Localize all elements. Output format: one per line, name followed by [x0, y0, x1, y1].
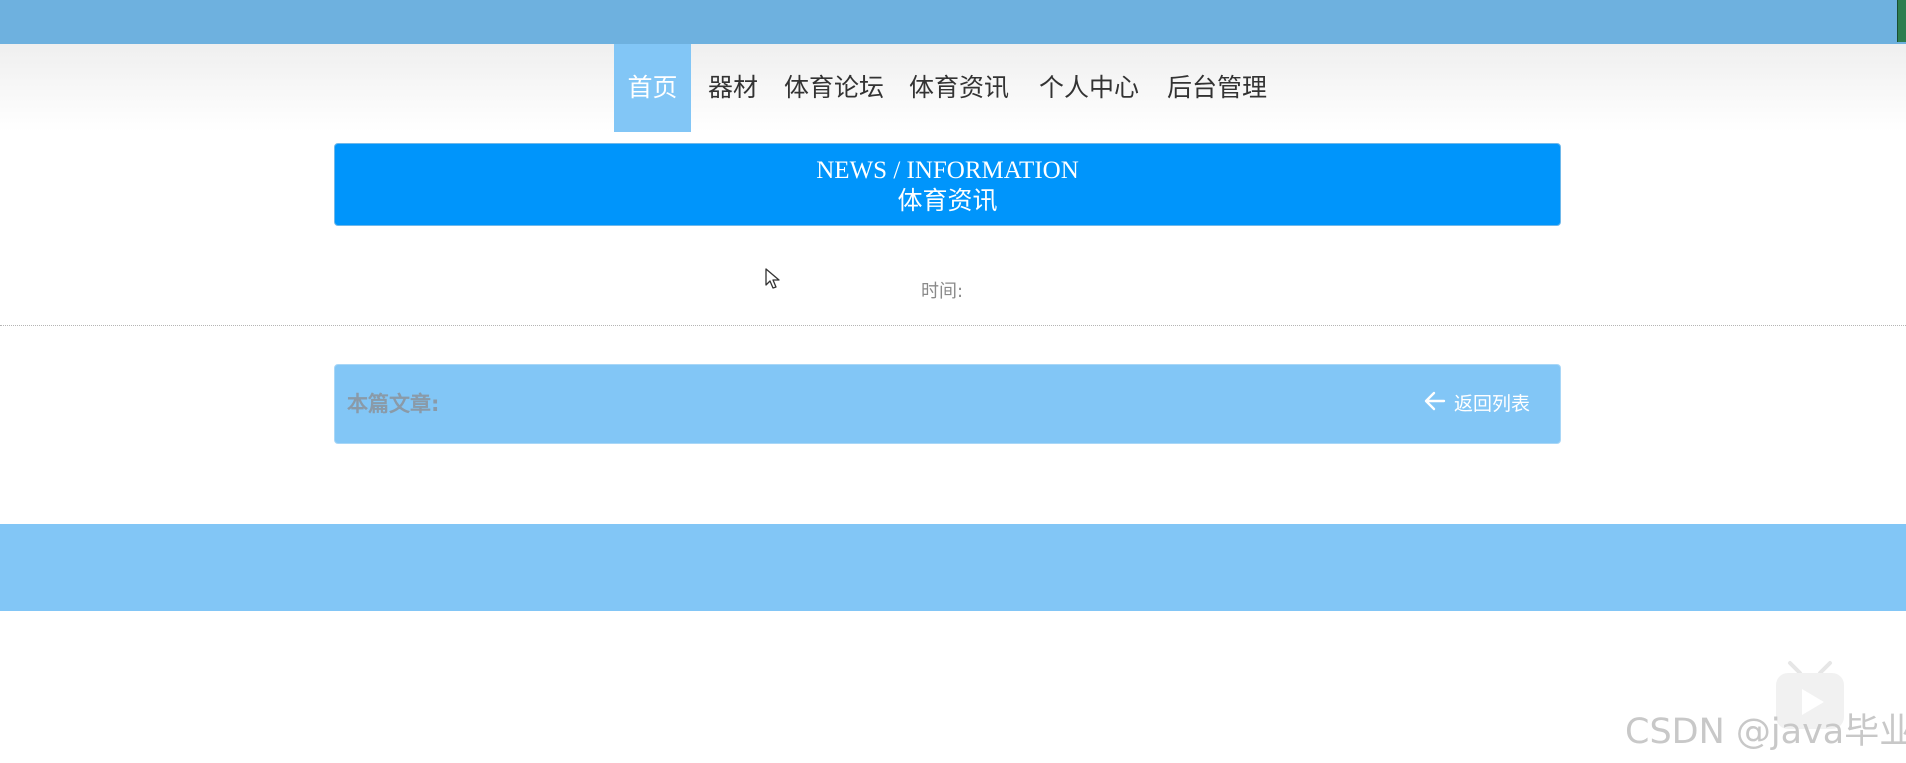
nav-item-home[interactable]: 首页	[614, 44, 691, 132]
footer	[0, 524, 1906, 611]
cursor-icon	[765, 268, 781, 294]
back-to-list-link[interactable]: 返回列表	[1424, 365, 1530, 444]
article-time: 时间:	[921, 281, 964, 302]
nav-item-sports-forum[interactable]: 体育论坛	[784, 44, 884, 132]
nav-item-admin[interactable]: 后台管理	[1167, 44, 1267, 132]
nav-item-personal-center[interactable]: 个人中心	[1039, 44, 1139, 132]
banner-title-en: NEWS / INFORMATION	[816, 157, 1079, 184]
watermark: CSDN @java毕业	[1625, 712, 1906, 752]
nav-item-equipment[interactable]: 器材	[708, 44, 758, 132]
banner-title-cn: 体育资讯	[897, 186, 998, 215]
nav-item-sports-news[interactable]: 体育资讯	[909, 44, 1009, 132]
divider	[0, 325, 1906, 326]
left-arrow-icon	[1424, 366, 1446, 444]
article-nav-bar: 本篇文章: 返回列表	[334, 364, 1561, 444]
back-to-list-label: 返回列表	[1453, 393, 1530, 415]
top-bar	[0, 0, 1906, 44]
page-banner: NEWS / INFORMATION 体育资讯	[334, 143, 1561, 226]
edge-widget	[1897, 0, 1906, 42]
this-article-label: 本篇文章:	[347, 392, 440, 416]
nav-wrapper: 首页 器材 体育论坛 体育资讯 个人中心 后台管理	[0, 44, 1906, 132]
